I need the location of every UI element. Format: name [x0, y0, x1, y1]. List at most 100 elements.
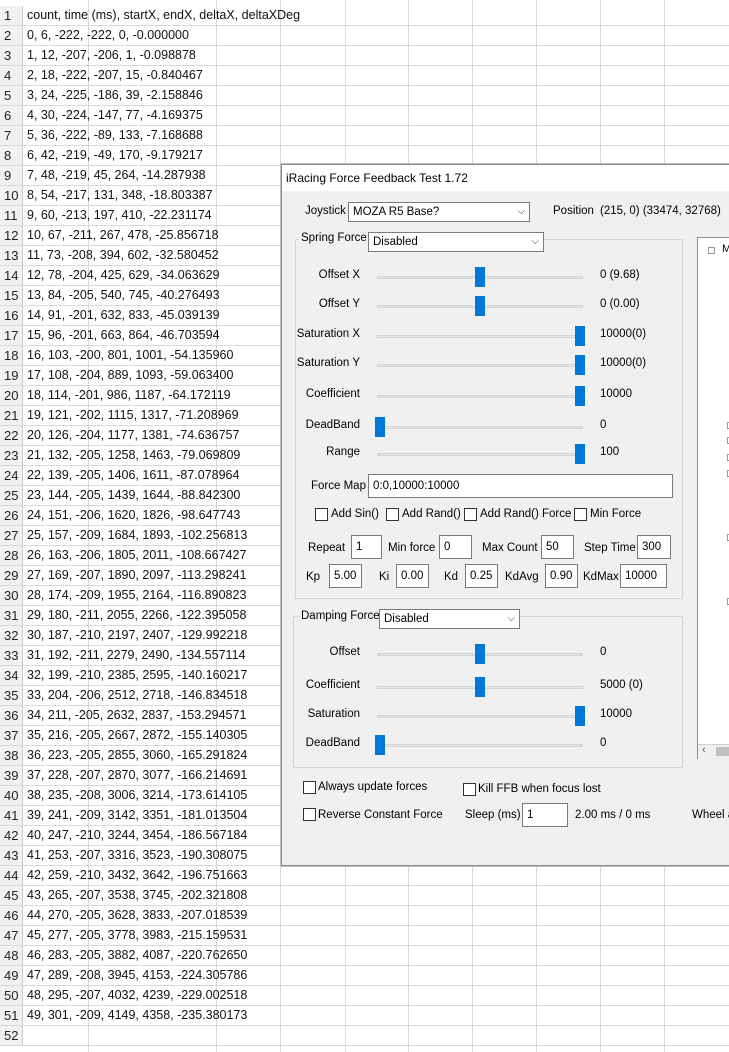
cell-a[interactable]: 5, 36, -222, -89, 133, -7.168688: [27, 126, 203, 145]
cell-a[interactable]: 33, 204, -206, 2512, 2718, -146.834518: [27, 686, 247, 705]
row-number[interactable]: 10: [0, 186, 23, 205]
cell-a[interactable]: 37, 228, -207, 2870, 3077, -166.214691: [27, 766, 247, 785]
cell-a[interactable]: 17, 108, -204, 889, 1093, -59.063400: [27, 366, 233, 385]
slider-track[interactable]: [377, 335, 583, 338]
step-time-input[interactable]: 300: [637, 535, 671, 559]
cell-a[interactable]: 31, 192, -211, 2279, 2490, -134.557114: [27, 646, 245, 665]
min-force-input[interactable]: 0: [439, 535, 472, 559]
force-map-input[interactable]: 0:0,10000:10000: [368, 474, 673, 498]
cell-a[interactable]: 3, 24, -225, -186, 39, -2.158846: [27, 86, 203, 105]
row-number[interactable]: 39: [0, 766, 23, 785]
kdavg-input[interactable]: 0.90: [545, 564, 578, 588]
slider-track[interactable]: [377, 395, 583, 398]
row-number[interactable]: 1: [0, 6, 23, 25]
option-checkbox[interactable]: [574, 508, 587, 521]
cell-a[interactable]: 41, 253, -207, 3316, 3523, -190.308075: [27, 846, 247, 865]
slider-thumb[interactable]: [575, 326, 585, 346]
row-number[interactable]: 23: [0, 446, 23, 465]
row-number[interactable]: 44: [0, 866, 23, 885]
row-number[interactable]: 36: [0, 706, 23, 725]
title-bar[interactable]: iRacing Force Feedback Test 1.72: [282, 165, 729, 191]
max-count-input[interactable]: 50: [541, 535, 574, 559]
option-checkbox[interactable]: [386, 508, 399, 521]
row-number[interactable]: 14: [0, 266, 23, 285]
cell-a[interactable]: 2, 18, -222, -207, 15, -0.840467: [27, 66, 203, 85]
slider-thumb[interactable]: [575, 386, 585, 406]
row-number[interactable]: 15: [0, 286, 23, 305]
cell-a[interactable]: 23, 144, -205, 1439, 1644, -88.842300: [27, 486, 240, 505]
row-number[interactable]: 27: [0, 526, 23, 545]
cell-a[interactable]: 26, 163, -206, 1805, 2011, -108.667427: [27, 546, 246, 565]
row-number[interactable]: 20: [0, 386, 23, 405]
cell-a[interactable]: 20, 126, -204, 1177, 1381, -74.636757: [27, 426, 239, 445]
row-number[interactable]: 11: [0, 206, 23, 225]
slider-track[interactable]: [377, 744, 583, 747]
slider-thumb[interactable]: [475, 267, 485, 287]
cell-a[interactable]: 27, 169, -207, 1890, 2097, -113.298241: [27, 566, 246, 585]
slider-track[interactable]: [377, 364, 583, 367]
cell-a[interactable]: 48, 295, -207, 4032, 4239, -229.002518: [27, 986, 247, 1005]
row-number[interactable]: 25: [0, 486, 23, 505]
cell-a[interactable]: 49, 301, -209, 4149, 4358, -235.380173: [27, 1006, 247, 1025]
cell-a[interactable]: 42, 259, -210, 3432, 3642, -196.751663: [27, 866, 247, 885]
sleep-input[interactable]: 1: [522, 803, 568, 827]
slider-thumb[interactable]: [575, 444, 585, 464]
row-number[interactable]: 38: [0, 746, 23, 765]
row-number[interactable]: 16: [0, 306, 23, 325]
cell-a[interactable]: 36, 223, -205, 2855, 3060, -165.291824: [27, 746, 247, 765]
row-number[interactable]: 8: [0, 146, 23, 165]
cell-a[interactable]: 45, 277, -205, 3778, 3983, -215.159531: [27, 926, 247, 945]
row-number[interactable]: 35: [0, 686, 23, 705]
row-number[interactable]: 30: [0, 586, 23, 605]
row-number[interactable]: 18: [0, 346, 23, 365]
always-update-checkbox[interactable]: [303, 781, 316, 794]
cell-a[interactable]: 15, 96, -201, 663, 864, -46.703594: [27, 326, 220, 345]
cell-a[interactable]: 12, 78, -204, 425, 629, -34.063629: [27, 266, 220, 285]
cell-a[interactable]: 11, 73, -208, 394, 602, -32.580452: [27, 246, 219, 265]
row-number[interactable]: 17: [0, 326, 23, 345]
slider-thumb[interactable]: [475, 296, 485, 316]
cell-a[interactable]: 46, 283, -205, 3882, 4087, -220.762650: [27, 946, 247, 965]
row-number[interactable]: 45: [0, 886, 23, 905]
reverse-constant-checkbox[interactable]: [303, 808, 316, 821]
row-number[interactable]: 12: [0, 226, 23, 245]
row-number[interactable]: 3: [0, 46, 23, 65]
row-number[interactable]: 50: [0, 986, 23, 1005]
row-number[interactable]: 46: [0, 906, 23, 925]
cell-a[interactable]: 9, 60, -213, 197, 410, -22.231174: [27, 206, 212, 225]
cell-a[interactable]: 47, 289, -208, 3945, 4153, -224.305786: [27, 966, 247, 985]
row-number[interactable]: 37: [0, 726, 23, 745]
kp-input[interactable]: 5.00: [329, 564, 362, 588]
slider-thumb[interactable]: [375, 417, 385, 437]
cell-a[interactable]: 38, 235, -208, 3006, 3214, -173.614105: [27, 786, 247, 805]
cell-a[interactable]: 32, 199, -210, 2385, 2595, -140.160217: [27, 666, 247, 685]
row-number[interactable]: 33: [0, 646, 23, 665]
option-checkbox[interactable]: [464, 508, 477, 521]
row-number[interactable]: 13: [0, 246, 23, 265]
cell-a[interactable]: 30, 187, -210, 2197, 2407, -129.992218: [27, 626, 247, 645]
cell-a[interactable]: 28, 174, -209, 1955, 2164, -116.890823: [27, 586, 246, 605]
row-number[interactable]: 2: [0, 26, 23, 45]
row-number[interactable]: 21: [0, 406, 23, 425]
cell-a[interactable]: 10, 67, -211, 267, 478, -25.856718: [27, 226, 219, 245]
cell-a[interactable]: count, time (ms), startX, endX, deltaX, …: [27, 6, 300, 25]
cell-a[interactable]: 8, 54, -217, 131, 348, -18.803387: [27, 186, 213, 205]
slider-thumb[interactable]: [375, 735, 385, 755]
tree-panel[interactable]: M ‹: [697, 237, 729, 759]
repeat-input[interactable]: 1: [351, 535, 382, 559]
row-number[interactable]: 5: [0, 86, 23, 105]
chevron-left-icon[interactable]: ‹: [702, 744, 706, 756]
slider-track[interactable]: [377, 715, 583, 718]
row-number[interactable]: 9: [0, 166, 23, 185]
row-number[interactable]: 4: [0, 66, 23, 85]
row-number[interactable]: 32: [0, 626, 23, 645]
spring-mode-select[interactable]: Disabled ⌵: [368, 232, 544, 252]
cell-a[interactable]: 21, 132, -205, 1258, 1463, -79.069809: [27, 446, 240, 465]
cell-a[interactable]: 35, 216, -205, 2667, 2872, -155.140305: [27, 726, 247, 745]
row-number[interactable]: 22: [0, 426, 23, 445]
cell-a[interactable]: 44, 270, -205, 3628, 3833, -207.018539: [27, 906, 247, 925]
cell-a[interactable]: 7, 48, -219, 45, 264, -14.287938: [27, 166, 206, 185]
cell-a[interactable]: 0, 6, -222, -222, 0, -0.000000: [27, 26, 189, 45]
row-number[interactable]: 47: [0, 926, 23, 945]
cell-a[interactable]: 43, 265, -207, 3538, 3745, -202.321808: [27, 886, 247, 905]
